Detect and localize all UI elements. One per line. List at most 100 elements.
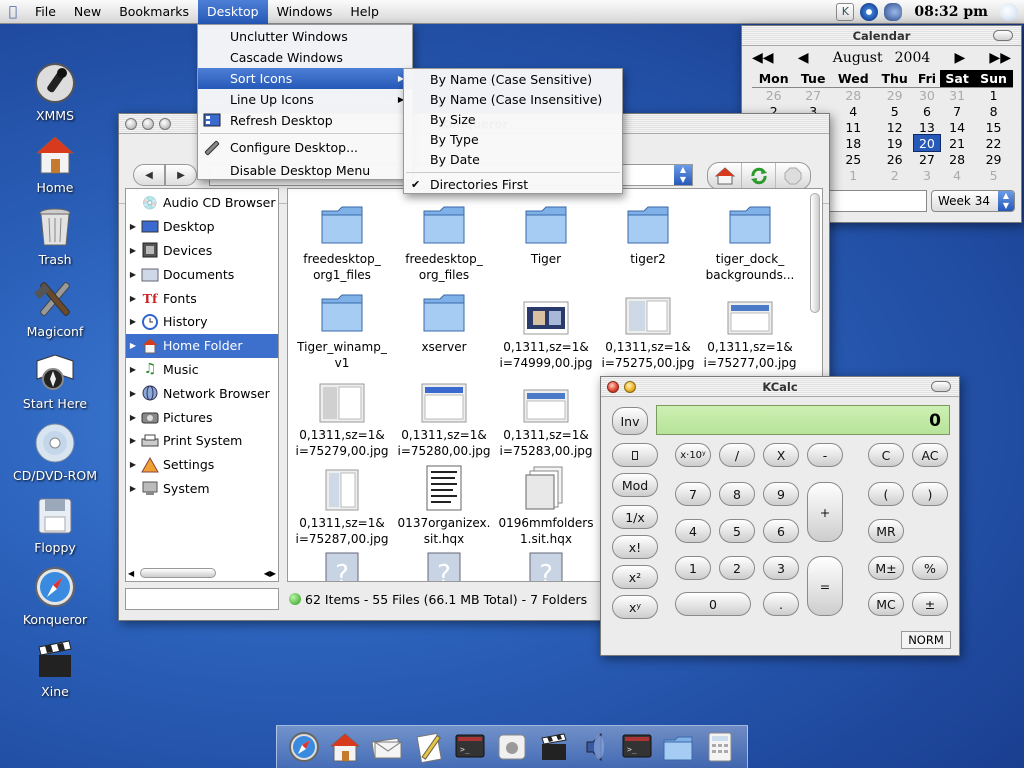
menu-file[interactable]: File — [26, 0, 65, 24]
day-cell[interactable]: 28 — [940, 151, 974, 167]
tree-item-history[interactable]: ▶ History — [126, 310, 278, 334]
day-cell[interactable]: 5 — [876, 103, 914, 119]
tree-item-desktop[interactable]: ▶ Desktop — [126, 215, 278, 239]
day-cell[interactable]: 26 — [876, 151, 914, 167]
day-cell[interactable]: 4 — [831, 103, 876, 119]
subtract-button[interactable]: - — [807, 443, 843, 467]
clear-button[interactable]: C — [868, 443, 904, 467]
digit-6-button[interactable]: 6 — [763, 519, 799, 543]
menu-item-by-name-case-insensitive[interactable]: By Name (Case Insensitive) — [404, 90, 622, 110]
tree-item-audio-cd-browser[interactable]: 💿 Audio CD Browser — [126, 191, 278, 215]
day-cell[interactable]: 27 — [795, 87, 831, 103]
tree-item-fonts[interactable]: ▶ Tf Fonts — [126, 286, 278, 310]
clock[interactable]: 08:32 pm — [908, 4, 994, 20]
dock-mail[interactable] — [370, 730, 404, 764]
day-cell[interactable]: 13 — [914, 119, 940, 135]
divide-button[interactable]: / — [719, 443, 755, 467]
month-label[interactable]: August — [833, 50, 883, 66]
day-cell[interactable]: 1 — [831, 167, 876, 183]
file-item[interactable]: 0,1311,sz=1& i=75275,00.jpg — [596, 281, 700, 371]
tree-item-print-system[interactable]: ▶ Print System — [126, 429, 278, 453]
file-item[interactable]: 0,1311,sz=1& i=75279,00.jpg — [290, 369, 394, 459]
desktop-icon-xine[interactable]: Xine — [5, 636, 105, 699]
file-item[interactable]: ? — [290, 541, 394, 581]
day-cell[interactable]: 19 — [876, 135, 914, 151]
location-dropdown-icon[interactable]: ▲ ▼ — [674, 165, 692, 185]
day-cell[interactable]: 14 — [940, 119, 974, 135]
power-button[interactable]: xʸ — [612, 595, 658, 619]
file-item[interactable]: 0,1311,sz=1& i=74999,00.jpg — [494, 281, 598, 371]
exp-button[interactable]: x·10ʸ — [675, 443, 711, 467]
scroll-left-icon[interactable]: ◀ — [128, 569, 134, 578]
back-button[interactable]: ◀ — [133, 164, 165, 186]
day-cell[interactable]: 7 — [940, 103, 974, 119]
vertical-scrollbar[interactable] — [810, 193, 820, 313]
dock-home[interactable] — [328, 730, 362, 764]
expand-arrow-icon[interactable]: ▶ — [126, 436, 140, 445]
expand-arrow-icon[interactable]: ▶ — [126, 484, 140, 493]
forward-button[interactable]: ▶ — [165, 164, 197, 186]
calendar-titlebar[interactable]: Calendar — [742, 26, 1021, 46]
dock-terminal[interactable]: >_ — [453, 730, 487, 764]
plus-minus-button[interactable]: ± — [912, 592, 948, 616]
menu-item-cascade-windows[interactable]: Cascade Windows — [198, 47, 412, 68]
desktop-icon-home[interactable]: Home — [5, 132, 105, 195]
file-item[interactable]: 0137organizex. sit.hqx — [392, 457, 496, 547]
menu-item-unclutter-windows[interactable]: Unclutter Windows — [198, 26, 412, 47]
toolbar-toggle-button[interactable] — [993, 30, 1013, 41]
memory-clear-button[interactable]: MC — [868, 592, 904, 616]
dock-speaker[interactable] — [578, 730, 612, 764]
klipper-icon[interactable]: K — [836, 3, 855, 21]
scroll-thumb[interactable] — [140, 568, 217, 578]
menu-help[interactable]: Help — [341, 0, 388, 24]
day-cell[interactable]: 27 — [914, 151, 940, 167]
tree-item-settings[interactable]: ▶ Settings — [126, 453, 278, 477]
square-button[interactable] — [612, 443, 658, 467]
menu-item-by-size[interactable]: By Size — [404, 110, 622, 130]
tree-item-system[interactable]: ▶ System — [126, 477, 278, 501]
add-button[interactable]: + — [807, 482, 843, 542]
open-paren-button[interactable]: ( — [868, 482, 904, 506]
memory-plus-minus-button[interactable]: M± — [868, 556, 904, 580]
tree-horizontal-scrollbar[interactable]: ◀ ◀ ▶ — [128, 567, 276, 579]
kde-menu-icon[interactable]:  — [0, 4, 26, 20]
menu-item-by-type[interactable]: By Type — [404, 130, 622, 150]
desktop-icon-trash[interactable]: Trash — [5, 204, 105, 267]
menu-item-directories-first[interactable]: ✔ Directories First — [404, 175, 622, 195]
digit-5-button[interactable]: 5 — [719, 519, 755, 543]
expand-arrow-icon[interactable]: ▶ — [126, 341, 140, 350]
digit-3-button[interactable]: 3 — [763, 556, 799, 580]
expand-arrow-icon[interactable]: ▶ — [126, 317, 140, 326]
expand-arrow-icon[interactable]: ▶ — [126, 246, 140, 255]
day-cell[interactable]: 28 — [831, 87, 876, 103]
dock-editor[interactable] — [412, 730, 446, 764]
prev-year-button[interactable]: ◀◀ — [752, 50, 774, 66]
digit-7-button[interactable]: 7 — [675, 482, 711, 506]
expand-arrow-icon[interactable]: ▶ — [126, 365, 140, 374]
square-power-button[interactable]: x² — [612, 565, 658, 589]
memory-recall-button[interactable]: MR — [868, 519, 904, 543]
multiply-button[interactable]: X — [763, 443, 799, 467]
menu-item-line-up-icons[interactable]: Line Up Icons ▶ — [198, 89, 412, 110]
file-item[interactable]: ? — [392, 541, 496, 581]
dock-konqueror[interactable] — [287, 730, 321, 764]
file-item[interactable]: Tiger_winamp_ v1 — [290, 281, 394, 371]
day-cell[interactable]: 29 — [876, 87, 914, 103]
day-cell[interactable]: 22 — [974, 135, 1013, 151]
reload-button[interactable] — [742, 163, 776, 189]
prev-month-button[interactable]: ◀ — [798, 50, 809, 66]
file-item[interactable]: tiger_dock_ backgrounds... — [698, 193, 802, 283]
digit-2-button[interactable]: 2 — [719, 556, 755, 580]
menu-item-disable-desktop-menu[interactable]: Disable Desktop Menu — [198, 160, 412, 181]
desktop-icon-xmms[interactable]: XMMS — [5, 60, 105, 123]
year-label[interactable]: 2004 — [895, 50, 931, 66]
menu-item-by-date[interactable]: By Date — [404, 150, 622, 170]
desktop-icon-start-here[interactable]: Start Here — [5, 348, 105, 411]
menu-windows[interactable]: Windows — [268, 0, 342, 24]
mod-button[interactable]: Mod — [612, 473, 658, 497]
expand-arrow-icon[interactable]: ▶ — [126, 413, 140, 422]
file-item[interactable]: 0196mmfolders 1.sit.hqx — [494, 457, 598, 547]
stop-button[interactable] — [776, 163, 810, 189]
file-item[interactable]: Tiger — [494, 193, 598, 267]
expand-arrow-icon[interactable]: ▶ — [126, 389, 140, 398]
